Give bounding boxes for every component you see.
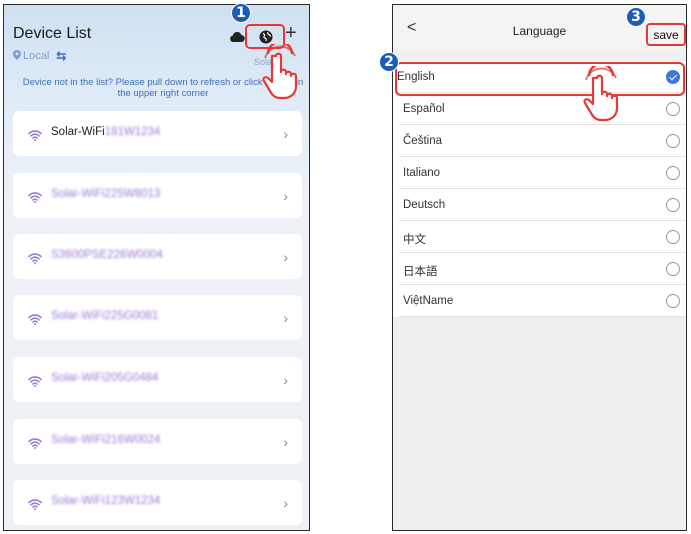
local-label: Local: [23, 50, 50, 62]
language-option-german[interactable]: Deutsch: [399, 189, 686, 221]
chevron-right-icon: ›: [283, 434, 288, 450]
radio-button[interactable]: [666, 230, 680, 244]
chevron-right-icon: ›: [283, 495, 288, 511]
language-option-japanese[interactable]: 日本語: [399, 253, 686, 285]
language-label: 日本語: [403, 266, 438, 278]
radio-button[interactable]: [666, 262, 680, 276]
device-name: Solar-WiFi123W1234: [51, 495, 161, 507]
chevron-right-icon: ›: [283, 372, 288, 388]
language-label: Deutsch: [403, 199, 446, 211]
local-mode-toggle[interactable]: Local ⇆: [13, 49, 66, 63]
pointing-hand-icon: [583, 66, 619, 122]
device-name: Solar-WiFi225W8013: [51, 188, 161, 200]
radio-button[interactable]: [666, 294, 680, 308]
device-name: Solar-WiFi205G0484: [51, 372, 159, 384]
language-label: ViệtName: [403, 295, 454, 307]
wifi-icon: [28, 190, 42, 203]
language-option-chinese[interactable]: 中文: [399, 221, 686, 253]
wifi-icon: [28, 312, 42, 325]
add-device-button[interactable]: +: [285, 23, 297, 43]
chevron-right-icon: ›: [283, 126, 288, 142]
pointing-hand-icon: [262, 44, 298, 100]
wifi-icon: [28, 436, 42, 449]
device-name: Solar-WiFi181W1234: [51, 126, 161, 138]
language-label: Italiano: [403, 167, 441, 179]
device-row[interactable]: Solar-WiFi225G0081 ›: [13, 295, 302, 340]
wifi-icon: [28, 128, 42, 141]
switch-icon[interactable]: ⇆: [56, 49, 66, 63]
language-label: Español: [403, 103, 445, 115]
location-pin-icon: [13, 49, 21, 63]
language-option-spanish[interactable]: Español: [399, 93, 686, 125]
cloud-icon[interactable]: [229, 30, 245, 44]
wifi-icon: [28, 497, 42, 510]
device-row[interactable]: Solar-WiFi205G0484 ›: [13, 357, 302, 402]
device-row[interactable]: Solar-WiFi216W0024 ›: [13, 419, 302, 464]
page-title: Device List: [13, 25, 92, 42]
language-option-czech[interactable]: Čeština: [399, 125, 686, 157]
english-highlight-box: [395, 62, 685, 96]
device-name: S3600PSE226W0004: [51, 249, 163, 261]
device-row[interactable]: Solar-WiFi181W1234 ›: [13, 111, 302, 156]
step-badge-3: 3: [626, 7, 646, 27]
page-title: Language: [512, 24, 567, 38]
wifi-icon: [28, 374, 42, 387]
radio-button[interactable]: [666, 166, 680, 180]
device-row[interactable]: Solar-WiFi225W8013 ›: [13, 173, 302, 218]
language-option-vietnamese[interactable]: ViệtName: [399, 285, 686, 317]
language-list: English Español Čeština Italiano Deutsch…: [393, 61, 686, 317]
save-button[interactable]: save: [646, 23, 686, 46]
step-badge-2: 2: [379, 52, 399, 72]
device-name: Solar-WiFi216W0024: [51, 434, 161, 446]
wifi-icon: [28, 251, 42, 264]
radio-button[interactable]: [666, 102, 680, 116]
radio-button[interactable]: [666, 134, 680, 148]
language-option-italian[interactable]: Italiano: [399, 157, 686, 189]
step-badge-1: 1: [231, 3, 251, 23]
chevron-right-icon: ›: [283, 310, 288, 326]
device-name: Solar-WiFi225G0081: [51, 310, 159, 322]
chevron-right-icon: ›: [283, 249, 288, 265]
radio-button[interactable]: [666, 198, 680, 212]
device-row[interactable]: S3600PSE226W0004 ›: [13, 234, 302, 279]
language-label: Čeština: [403, 135, 442, 147]
language-screen: < Language English Español Čeština Itali…: [392, 4, 687, 531]
language-label: 中文: [403, 234, 426, 246]
device-row[interactable]: Solar-WiFi123W1234 ›: [13, 480, 302, 525]
chevron-right-icon: ›: [283, 188, 288, 204]
